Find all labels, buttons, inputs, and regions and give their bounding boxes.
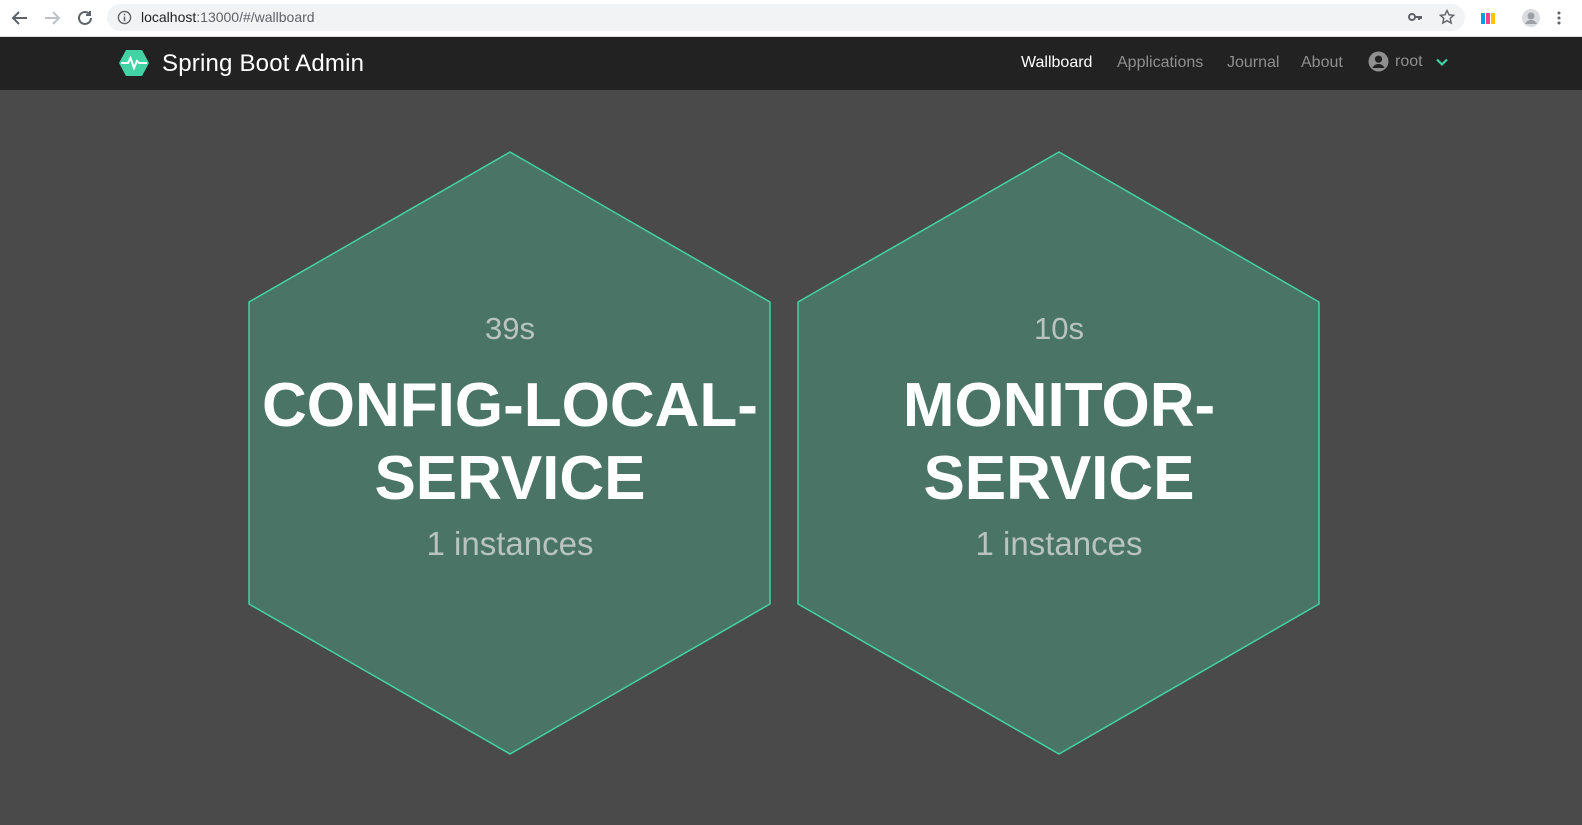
more-vert-icon bbox=[1557, 11, 1561, 25]
nav-wallboard[interactable]: Wallboard bbox=[1021, 54, 1092, 72]
app-navbar: Spring Boot Admin Wallboard Applications… bbox=[0, 37, 1582, 90]
user-name: root bbox=[1395, 52, 1423, 70]
extension-button[interactable] bbox=[1478, 8, 1498, 28]
nav-about[interactable]: About bbox=[1301, 54, 1343, 72]
password-key-button[interactable] bbox=[1405, 7, 1425, 27]
browser-menu-button[interactable] bbox=[1554, 8, 1564, 28]
app-instances: 1 instances bbox=[426, 525, 594, 562]
browser-toolbar: localhost:13000/#/wallboard bbox=[0, 0, 1582, 37]
url-text: localhost:13000/#/wallboard bbox=[141, 9, 315, 25]
app-uptime: 39s bbox=[485, 311, 535, 346]
brand-name[interactable]: Spring Boot Admin bbox=[162, 50, 364, 78]
reload-icon bbox=[78, 10, 92, 25]
application-hex-monitor-service[interactable]: 10s MONITOR- SERVICE 1 instances bbox=[797, 151, 1321, 755]
address-bar[interactable]: localhost:13000/#/wallboard bbox=[107, 4, 1465, 31]
key-icon bbox=[1408, 13, 1422, 21]
app-name: MONITOR- SERVICE bbox=[902, 371, 1216, 513]
application-hex-config-local-service[interactable]: 39s CONFIG-LOCAL- SERVICE 1 instances bbox=[248, 151, 772, 755]
info-icon[interactable] bbox=[117, 10, 132, 25]
star-icon bbox=[1439, 9, 1455, 25]
back-button[interactable] bbox=[10, 8, 30, 28]
app-instances: 1 instances bbox=[975, 525, 1143, 562]
app-uptime: 10s bbox=[1034, 311, 1084, 346]
spring-boot-admin-logo-icon[interactable] bbox=[118, 49, 150, 77]
user-circle-icon bbox=[1368, 51, 1389, 72]
profile-button[interactable] bbox=[1521, 8, 1541, 28]
profile-avatar-icon bbox=[1522, 9, 1540, 27]
forward-button[interactable] bbox=[42, 8, 62, 28]
bookmark-button[interactable] bbox=[1437, 7, 1457, 27]
reload-button[interactable] bbox=[75, 8, 95, 28]
user-menu[interactable]: root bbox=[1368, 51, 1449, 72]
app-name: CONFIG-LOCAL- SERVICE bbox=[262, 371, 758, 513]
extension-icon bbox=[1481, 13, 1495, 24]
forward-arrow-icon bbox=[45, 11, 61, 25]
back-arrow-icon bbox=[11, 11, 27, 25]
nav-journal[interactable]: Journal bbox=[1227, 54, 1279, 72]
chevron-down-icon bbox=[1435, 58, 1448, 66]
nav-applications[interactable]: Applications bbox=[1117, 54, 1203, 72]
